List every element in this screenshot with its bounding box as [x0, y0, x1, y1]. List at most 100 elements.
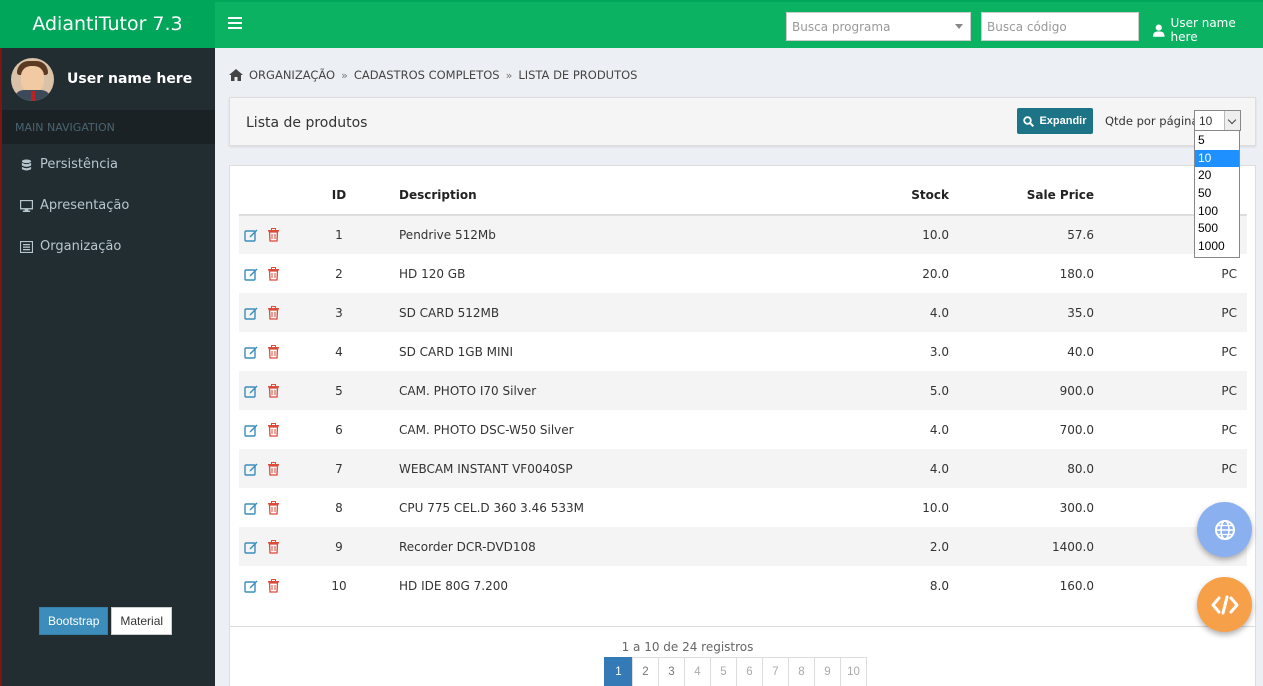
trash-icon[interactable]: [267, 266, 280, 281]
edit-icon[interactable]: [244, 501, 258, 515]
column-header-stock[interactable]: Stock: [819, 176, 949, 216]
user-panel: User name here: [2, 48, 215, 110]
cell-stock: 4.0: [929, 422, 949, 437]
column-header-sale-price[interactable]: Sale Price: [949, 176, 1094, 216]
sidebar-item-apresentacao[interactable]: Apresentação: [2, 185, 215, 226]
home-icon[interactable]: [229, 69, 243, 81]
column-header-description[interactable]: Description: [379, 176, 819, 216]
actions-column-header: [239, 176, 299, 216]
per-page-option[interactable]: 100: [1195, 203, 1239, 221]
table-row[interactable]: 5 CAM. PHOTO I70 Silver 5.0 900.0 PC: [239, 371, 1247, 410]
cell-sale-price: 35.0: [1067, 305, 1094, 320]
edit-icon[interactable]: [244, 345, 258, 359]
table-row[interactable]: 6 CAM. PHOTO DSC-W50 Silver 4.0 700.0 PC: [239, 410, 1247, 449]
per-page-select[interactable]: 10: [1194, 110, 1241, 131]
sidebar-item-organizacao[interactable]: Organização: [2, 226, 215, 267]
row-actions: [239, 566, 299, 605]
cell-stock: 5.0: [929, 383, 949, 398]
code-fab-button[interactable]: [1197, 577, 1252, 632]
edit-icon[interactable]: [244, 267, 258, 281]
per-page-option[interactable]: 5: [1195, 132, 1239, 150]
app-logo[interactable]: AdiantiTutor 7.3: [0, 0, 215, 48]
app-title: AdiantiTutor 7.3: [32, 13, 183, 35]
search-program-select[interactable]: Busca programa: [786, 12, 971, 41]
page-title: Lista de produtos: [246, 115, 368, 131]
cell-description: HD IDE 80G 7.200: [399, 578, 508, 593]
expand-button[interactable]: Expandir: [1017, 108, 1093, 134]
caret-down-icon: [955, 24, 963, 29]
chevron-down-icon: [1224, 111, 1240, 130]
edit-icon[interactable]: [244, 579, 258, 593]
cell-id: 2: [335, 266, 343, 281]
table-row[interactable]: 4 SD CARD 1GB MINI 3.0 40.0 PC: [239, 332, 1247, 371]
per-page-option[interactable]: 10: [1195, 149, 1239, 168]
cell-description: SD CARD 1GB MINI: [399, 344, 514, 359]
table-row[interactable]: 1 Pendrive 512Mb 10.0 57.6: [239, 215, 1247, 254]
page-link[interactable]: 6: [736, 657, 763, 686]
page-link[interactable]: 9: [814, 657, 841, 686]
navbar-user-name: User name here: [1170, 16, 1236, 44]
trash-icon[interactable]: [267, 578, 280, 593]
navbar-user-menu[interactable]: User name here: [1153, 16, 1263, 44]
edit-icon[interactable]: [244, 228, 258, 242]
page-link[interactable]: 8: [788, 657, 815, 686]
table-row[interactable]: 2 HD 120 GB 20.0 180.0 PC: [239, 254, 1247, 293]
page-link[interactable]: 10: [840, 657, 867, 686]
bootstrap-theme-button[interactable]: Bootstrap: [39, 607, 109, 635]
column-header-id[interactable]: ID: [299, 176, 379, 216]
cell-description: Pendrive 512Mb: [399, 228, 496, 242]
breadcrumb-item: LISTA DE PRODUTOS: [518, 68, 638, 82]
row-actions: [239, 410, 299, 449]
per-page-label: Qtde por página: [1105, 114, 1199, 128]
breadcrumb-item[interactable]: ORGANIZAÇÃO: [249, 68, 335, 82]
search-code-input[interactable]: Busca código: [981, 12, 1139, 41]
edit-icon[interactable]: [244, 423, 258, 437]
table-row[interactable]: 10 HD IDE 80G 7.200 8.0 160.0: [239, 566, 1247, 605]
sidebar-item-label: Organização: [40, 239, 122, 254]
cell-stock: 20.0: [922, 266, 949, 281]
cell-stock: 4.0: [929, 461, 949, 476]
cell-description: Recorder DCR-DVD108: [399, 539, 536, 554]
page-link[interactable]: 3: [658, 657, 685, 686]
trash-icon[interactable]: [267, 422, 280, 437]
cell-unit: PC: [1221, 383, 1237, 398]
edit-icon[interactable]: [244, 306, 258, 320]
cell-sale-price: 900.0: [1059, 383, 1094, 398]
globe-fab-button[interactable]: [1197, 502, 1252, 557]
edit-icon[interactable]: [244, 540, 258, 554]
page-link[interactable]: 5: [710, 657, 737, 686]
edit-icon[interactable]: [244, 462, 258, 476]
trash-icon[interactable]: [267, 539, 280, 554]
table-row[interactable]: 3 SD CARD 512MB 4.0 35.0 PC: [239, 293, 1247, 332]
search-code-placeholder: Busca código: [987, 19, 1067, 34]
sidebar-item-persistencia[interactable]: Persistência: [2, 144, 215, 185]
trash-icon[interactable]: [267, 228, 280, 242]
globe-icon: [1214, 519, 1235, 540]
per-page-value: 10: [1199, 113, 1213, 128]
per-page-option[interactable]: 1000: [1195, 238, 1239, 256]
trash-icon[interactable]: [267, 383, 280, 398]
products-table: ID Description Stock Sale Price 1 Pendriv…: [239, 176, 1247, 605]
table-row[interactable]: 8 CPU 775 CEL.D 360 3.46 533M 10.0 300.0: [239, 488, 1247, 527]
user-icon: [1153, 24, 1165, 37]
nav-header: MAIN NAVIGATION: [2, 110, 215, 144]
edit-icon[interactable]: [244, 384, 258, 398]
page-link[interactable]: 4: [684, 657, 711, 686]
hamburger-menu-icon[interactable]: [228, 17, 242, 31]
trash-icon[interactable]: [267, 500, 280, 515]
trash-icon[interactable]: [267, 305, 280, 320]
per-page-option[interactable]: 500: [1195, 220, 1239, 238]
trash-icon[interactable]: [267, 344, 280, 359]
page-link[interactable]: 1: [604, 657, 633, 686]
per-page-option[interactable]: 20: [1195, 167, 1239, 185]
table-row[interactable]: 7 WEBCAM INSTANT VF0040SP 4.0 80.0 PC: [239, 449, 1247, 488]
per-page-option[interactable]: 50: [1195, 185, 1239, 203]
table-row[interactable]: 9 Recorder DCR-DVD108 2.0 1400.0: [239, 527, 1247, 566]
trash-icon[interactable]: [267, 461, 280, 476]
row-actions: [239, 293, 299, 332]
table-footer-divider: [230, 626, 1255, 627]
material-theme-button[interactable]: Material: [111, 607, 173, 635]
page-link[interactable]: 2: [632, 657, 659, 686]
page-link[interactable]: 7: [762, 657, 789, 686]
breadcrumb-item[interactable]: CADASTROS COMPLETOS: [354, 68, 500, 82]
